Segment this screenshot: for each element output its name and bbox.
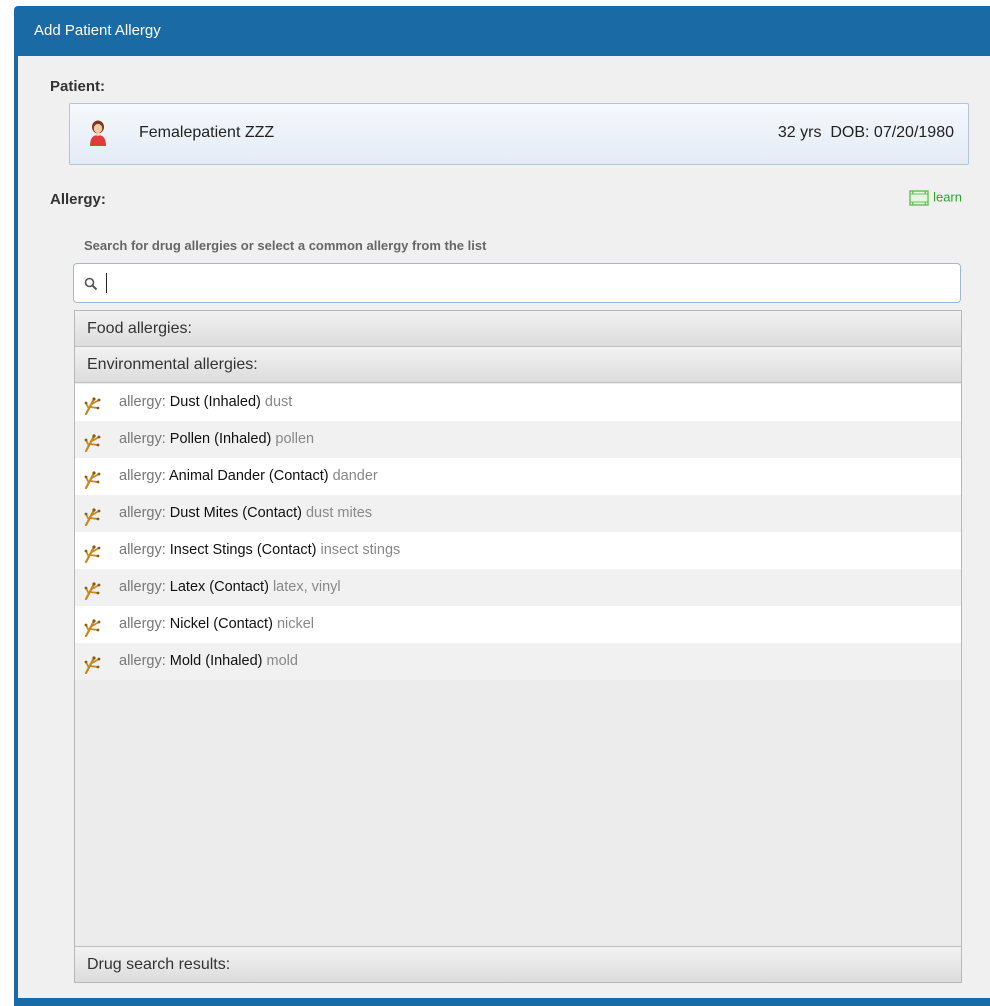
allergy-item-text: allergy: Insect Stings (Contact) insect … — [119, 532, 400, 569]
allergy-branch-icon — [83, 578, 103, 601]
allergy-item-text: allergy: Pollen (Inhaled) pollen — [119, 421, 314, 458]
allergy-detail: nickel — [276, 616, 315, 632]
allergy-prefix: allergy: — [119, 394, 166, 410]
allergy-list-item[interactable]: allergy: Animal Dander (Contact) dander — [75, 458, 961, 495]
allergy-search-input[interactable] — [108, 266, 952, 302]
allergy-detail: pollen — [275, 431, 315, 447]
allergy-branch-icon — [83, 541, 103, 564]
allergy-prefix: allergy: — [119, 653, 166, 669]
patient-card: Femalepatient ZZZ 32 yrs DOB: 07/20/1980 — [69, 103, 969, 165]
allergy-detail: dust — [264, 394, 293, 410]
female-patient-icon — [88, 120, 108, 146]
group-food-allergies[interactable]: Food allergies: — [75, 311, 961, 347]
allergy-branch-icon — [83, 504, 103, 527]
allergy-item-text: allergy: Animal Dander (Contact) dander — [119, 458, 378, 495]
allergy-branch-icon — [83, 615, 103, 638]
allergy-detail: mold — [266, 653, 298, 669]
allergy-prefix: allergy: — [119, 542, 166, 558]
dialog-title: Add Patient Allergy — [34, 22, 161, 39]
allergy-prefix: allergy: — [119, 579, 166, 595]
allergy-prefix: allergy: — [119, 616, 166, 632]
search-icon — [84, 276, 98, 291]
allergy-branch-icon — [83, 430, 103, 453]
allergy-name: Animal Dander (Contact) — [168, 468, 329, 484]
allergy-detail: dust mites — [305, 505, 373, 521]
film-icon — [909, 189, 929, 207]
allergy-item-text: allergy: Nickel (Contact) nickel — [119, 606, 314, 643]
patient-label: Patient: — [50, 78, 106, 95]
allergy-list-item[interactable]: allergy: Dust (Inhaled) dust — [75, 384, 961, 421]
allergy-branch-icon — [83, 467, 103, 490]
allergy-list: Food allergies: Environmental allergies:… — [74, 310, 962, 983]
allergy-list-item[interactable]: allergy: Nickel (Contact) nickel — [75, 606, 961, 643]
group-drug-search-results[interactable]: Drug search results: — [75, 946, 961, 982]
allergy-search-box[interactable] — [73, 263, 961, 303]
allergy-branch-icon — [83, 652, 103, 675]
allergy-name: Nickel (Contact) — [169, 616, 273, 632]
allergy-prefix: allergy: — [119, 468, 166, 484]
environmental-allergy-rows: allergy: Dust (Inhaled) dust allergy: Pol… — [75, 384, 961, 680]
allergy-list-item[interactable]: allergy: Insect Stings (Contact) insect … — [75, 532, 961, 569]
allergy-name: Pollen (Inhaled) — [169, 431, 272, 447]
allergy-list-item[interactable]: allergy: Pollen (Inhaled) pollen — [75, 421, 961, 458]
allergy-name: Latex (Contact) — [169, 579, 269, 595]
learn-label: learn — [933, 189, 962, 205]
allergy-list-item[interactable]: allergy: Dust Mites (Contact) dust mites — [75, 495, 961, 532]
allergy-prefix: allergy: — [119, 431, 166, 447]
allergy-item-text: allergy: Dust (Inhaled) dust — [119, 384, 292, 421]
allergy-detail: latex, vinyl — [272, 579, 341, 595]
allergy-label: Allergy: — [50, 191, 106, 208]
text-caret — [106, 273, 107, 293]
allergy-name: Dust (Inhaled) — [169, 394, 261, 410]
allergy-branch-icon — [83, 393, 103, 416]
allergy-list-item[interactable]: allergy: Mold (Inhaled) mold — [75, 643, 961, 680]
allergy-detail: insect stings — [320, 542, 401, 558]
allergy-item-text: allergy: Mold (Inhaled) mold — [119, 643, 298, 680]
allergy-name: Mold (Inhaled) — [169, 653, 263, 669]
dialog-content: Patient: Femalepatient ZZZ 32 yrs DOB: 0… — [18, 56, 990, 998]
allergy-list-item[interactable]: allergy: Latex (Contact) latex, vinyl — [75, 569, 961, 606]
allergy-detail: dander — [332, 468, 378, 484]
group-environmental-allergies[interactable]: Environmental allergies: — [75, 347, 961, 383]
learn-link[interactable]: learn — [909, 189, 962, 207]
add-patient-allergy-dialog: Add Patient Allergy Patient: Femalepatie… — [14, 6, 990, 1006]
search-hint: Search for drug allergies or select a co… — [84, 238, 487, 253]
patient-name: Femalepatient ZZZ — [139, 124, 275, 141]
patient-age-dob: 32 yrs DOB: 07/20/1980 — [777, 124, 954, 141]
allergy-item-text: allergy: Latex (Contact) latex, vinyl — [119, 569, 341, 606]
allergy-name: Dust Mites (Contact) — [169, 505, 302, 521]
allergy-item-text: allergy: Dust Mites (Contact) dust mites — [119, 495, 372, 532]
allergy-name: Insect Stings (Contact) — [169, 542, 317, 558]
allergy-prefix: allergy: — [119, 505, 166, 521]
